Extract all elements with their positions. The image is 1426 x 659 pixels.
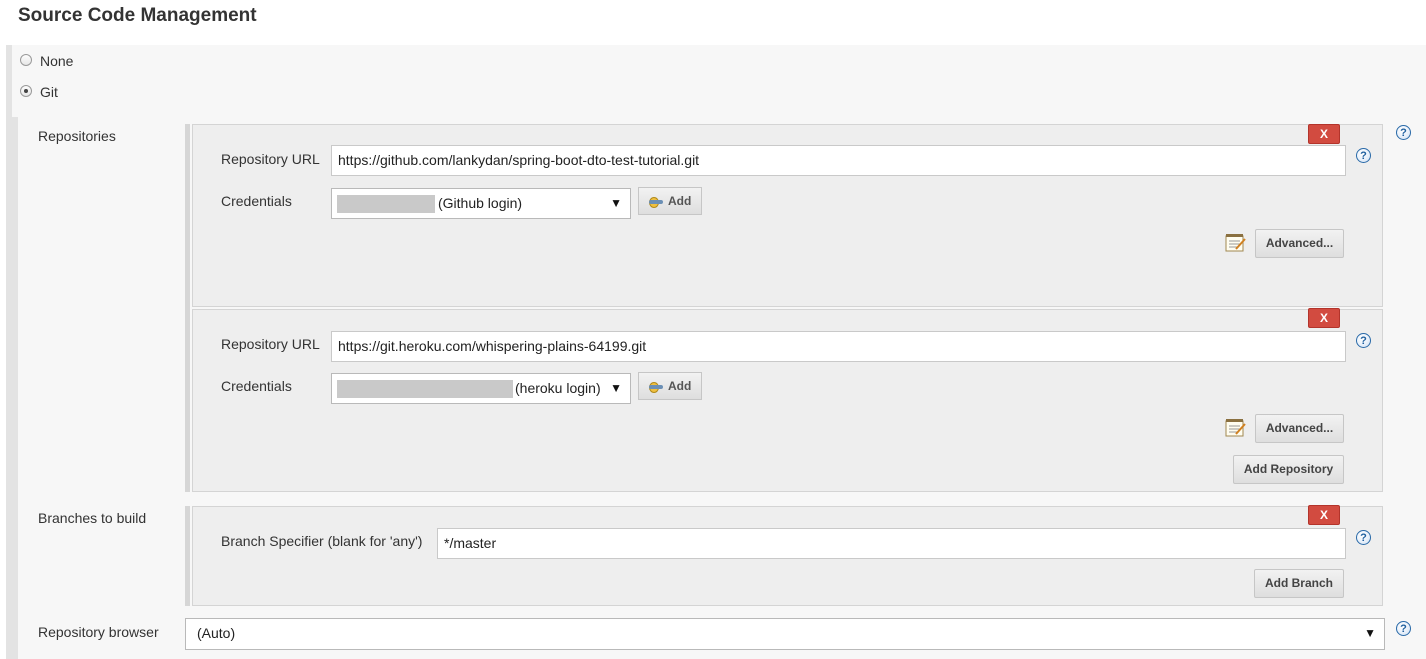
- branch-specifier-label: Branch Specifier (blank for 'any'): [221, 533, 423, 549]
- chevron-down-icon: ▼: [610, 381, 622, 395]
- delete-repository-button[interactable]: X: [1308, 308, 1340, 328]
- section-title: Source Code Management: [18, 5, 257, 26]
- repository-url-label: Repository URL: [221, 336, 320, 352]
- redacted-credential: [337, 380, 513, 398]
- delete-repository-button[interactable]: X: [1308, 124, 1340, 144]
- credentials-select[interactable]: (heroku login) ▼: [331, 373, 631, 404]
- add-branch-button[interactable]: Add Branch: [1254, 569, 1344, 598]
- add-credentials-button[interactable]: Add: [638, 187, 702, 215]
- credentials-select[interactable]: (Github login) ▼: [331, 188, 631, 219]
- notepad-icon: [1225, 419, 1246, 437]
- notepad-icon: [1225, 234, 1246, 252]
- credentials-value: (Github login): [438, 195, 523, 211]
- scm-none-label[interactable]: None: [40, 53, 73, 69]
- help-icon[interactable]: ?: [1356, 333, 1371, 348]
- key-icon-shaft: [649, 200, 663, 204]
- repository-browser-select[interactable]: (Auto) ▼: [185, 618, 1385, 650]
- scm-none-radio[interactable]: [20, 54, 32, 66]
- delete-branch-button[interactable]: X: [1308, 505, 1340, 525]
- help-icon[interactable]: ?: [1396, 621, 1411, 636]
- branches-group-bar: [185, 506, 190, 606]
- key-icon-shaft: [649, 385, 663, 389]
- repository-browser-label: Repository browser: [38, 624, 159, 640]
- credentials-label: Credentials: [221, 193, 292, 209]
- credentials-label: Credentials: [221, 378, 292, 394]
- repository-url-input[interactable]: https://github.com/lankydan/spring-boot-…: [331, 145, 1346, 176]
- add-credentials-label: Add: [668, 379, 692, 393]
- redacted-credential: [337, 195, 435, 213]
- repository-url-input[interactable]: https://git.heroku.com/whispering-plains…: [331, 331, 1346, 362]
- credentials-value: (heroku login): [515, 380, 601, 396]
- scm-git-label[interactable]: Git: [40, 84, 58, 100]
- advanced-button[interactable]: Advanced...: [1255, 229, 1344, 258]
- help-icon[interactable]: ?: [1356, 530, 1371, 545]
- help-icon[interactable]: ?: [1396, 125, 1411, 140]
- branches-label: Branches to build: [38, 510, 147, 526]
- scm-git-radio[interactable]: [20, 85, 32, 97]
- repository-browser-value: (Auto): [197, 625, 236, 641]
- add-credentials-button[interactable]: Add: [638, 372, 702, 400]
- repositories-label: Repositories: [38, 128, 116, 144]
- repositories-group-bar: [185, 124, 190, 492]
- advanced-button[interactable]: Advanced...: [1255, 414, 1344, 443]
- git-config-left-bar: [12, 117, 18, 659]
- add-credentials-label: Add: [668, 194, 692, 208]
- help-icon[interactable]: ?: [1356, 148, 1371, 163]
- scm-panel-background: [12, 45, 1426, 117]
- branch-specifier-input[interactable]: */master: [437, 528, 1346, 559]
- chevron-down-icon: ▼: [1364, 626, 1376, 640]
- chevron-down-icon: ▼: [610, 196, 622, 210]
- repository-url-label: Repository URL: [221, 151, 320, 167]
- add-repository-button[interactable]: Add Repository: [1233, 455, 1344, 484]
